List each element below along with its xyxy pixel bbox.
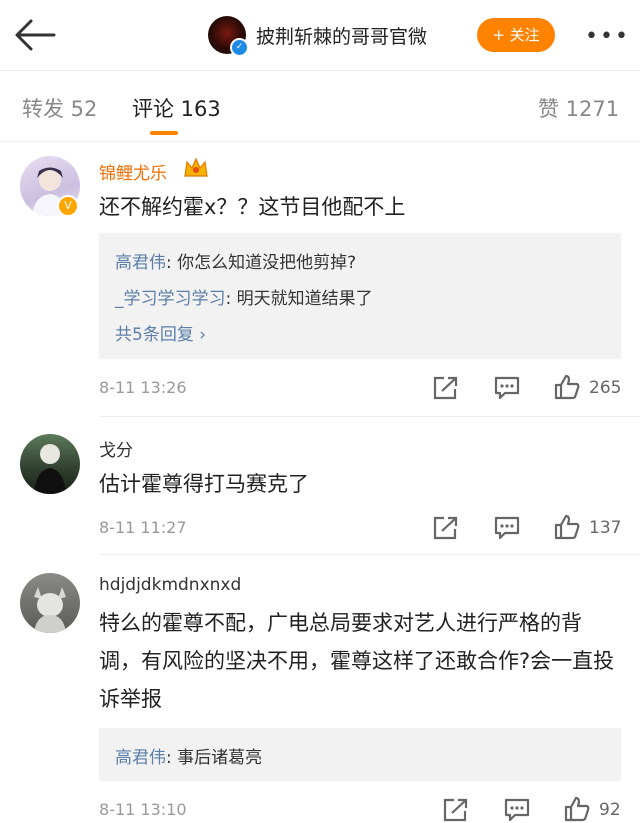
comment-username[interactable]: 戈分 (99, 436, 133, 461)
like-count: 265 (589, 378, 622, 398)
follow-button[interactable]: + 关注 (477, 18, 555, 52)
crown-icon (184, 157, 208, 177)
reply-user[interactable]: 高君伟 (115, 748, 166, 768)
reply-text: : 你怎么知道没把他剪掉? (166, 253, 357, 273)
comment-username[interactable]: hdjdjdkmdnxnxd (99, 575, 241, 595)
reply-box[interactable]: 高君伟: 你怎么知道没把他剪掉? _学习学习学习: 明天就知道结果了 共5条回复… (99, 233, 621, 359)
share-icon[interactable] (442, 797, 470, 823)
more-replies-link[interactable]: 共5条回复 › (115, 320, 206, 345)
back-arrow-icon[interactable] (14, 18, 56, 52)
comment-time: 8-11 13:10 (99, 800, 187, 819)
reply-text: : 明天就知道结果了 (225, 289, 373, 309)
comment-text: 还不解约霍x？？这节目他配不上 (99, 195, 406, 219)
reply-comment-icon[interactable] (493, 515, 521, 541)
reply-line: _学习学习学习: 明天就知道结果了 (115, 284, 373, 309)
active-tab-indicator (150, 131, 178, 135)
reply-text: : 事后诸葛亮 (166, 748, 263, 768)
avatar[interactable] (20, 573, 80, 633)
reply-line: 高君伟: 你怎么知道没把他剪掉? (115, 248, 356, 273)
page-title: 披荆斩棘的哥哥官微 (256, 26, 428, 48)
avatar-cat-icon (34, 587, 66, 633)
avatar-photo-icon (34, 444, 66, 494)
reply-user[interactable]: 高君伟 (115, 253, 166, 273)
like-thumb-icon[interactable] (553, 514, 581, 540)
tab-reposts[interactable]: 转发 52 (22, 93, 97, 123)
comment-time: 8-11 13:26 (99, 378, 187, 397)
comment-text: 特么的霍尊不配，广电总局要求对艺人进行严格的背调，有风险的坚决不用，霍尊这样了还… (99, 611, 615, 711)
account-avatar[interactable]: ✓ (208, 16, 249, 57)
like-count: 137 (589, 518, 622, 538)
like-thumb-icon[interactable] (553, 374, 581, 400)
comment-username[interactable]: 锦鲤尤乐 (99, 159, 167, 184)
share-icon[interactable] (432, 515, 460, 541)
reply-line: 高君伟: 事后诸葛亮 (115, 743, 262, 768)
avatar[interactable] (20, 434, 80, 494)
top-bar: ✓ 披荆斩棘的哥哥官微 + 关注 ••• (0, 0, 640, 71)
tab-likes[interactable]: 赞 1271 (538, 93, 619, 123)
tab-comments[interactable]: 评论 163 (132, 93, 221, 123)
reply-comment-icon[interactable] (493, 375, 521, 401)
reply-user[interactable]: _学习学习学习 (115, 289, 226, 309)
comment-item: V 锦鲤尤乐 还不解约霍x？？这节目他配不上 高君伟: 你怎么知道没把他剪掉? … (0, 142, 640, 417)
comment-item: 戈分 估计霍尊得打马赛克了 8-11 11:27 137 (0, 417, 640, 555)
comment-item: hdjdjdkmdnxnxd 特么的霍尊不配，广电总局要求对艺人进行严格的背调，… (0, 556, 640, 822)
vip-badge-icon: V (57, 195, 79, 217)
like-count: 92 (599, 800, 621, 820)
share-icon[interactable] (432, 375, 460, 401)
tab-bar: 转发 52 评论 163 赞 1271 (0, 71, 640, 142)
reply-box[interactable]: 高君伟: 事后诸葛亮 (99, 728, 621, 781)
comment-text: 估计霍尊得打马赛克了 (99, 472, 309, 496)
verified-icon: ✓ (230, 38, 249, 57)
like-thumb-icon[interactable] (563, 796, 591, 822)
divider (99, 554, 640, 555)
more-icon[interactable]: ••• (585, 24, 628, 49)
reply-comment-icon[interactable] (503, 797, 531, 823)
comment-time: 8-11 11:27 (99, 518, 187, 537)
